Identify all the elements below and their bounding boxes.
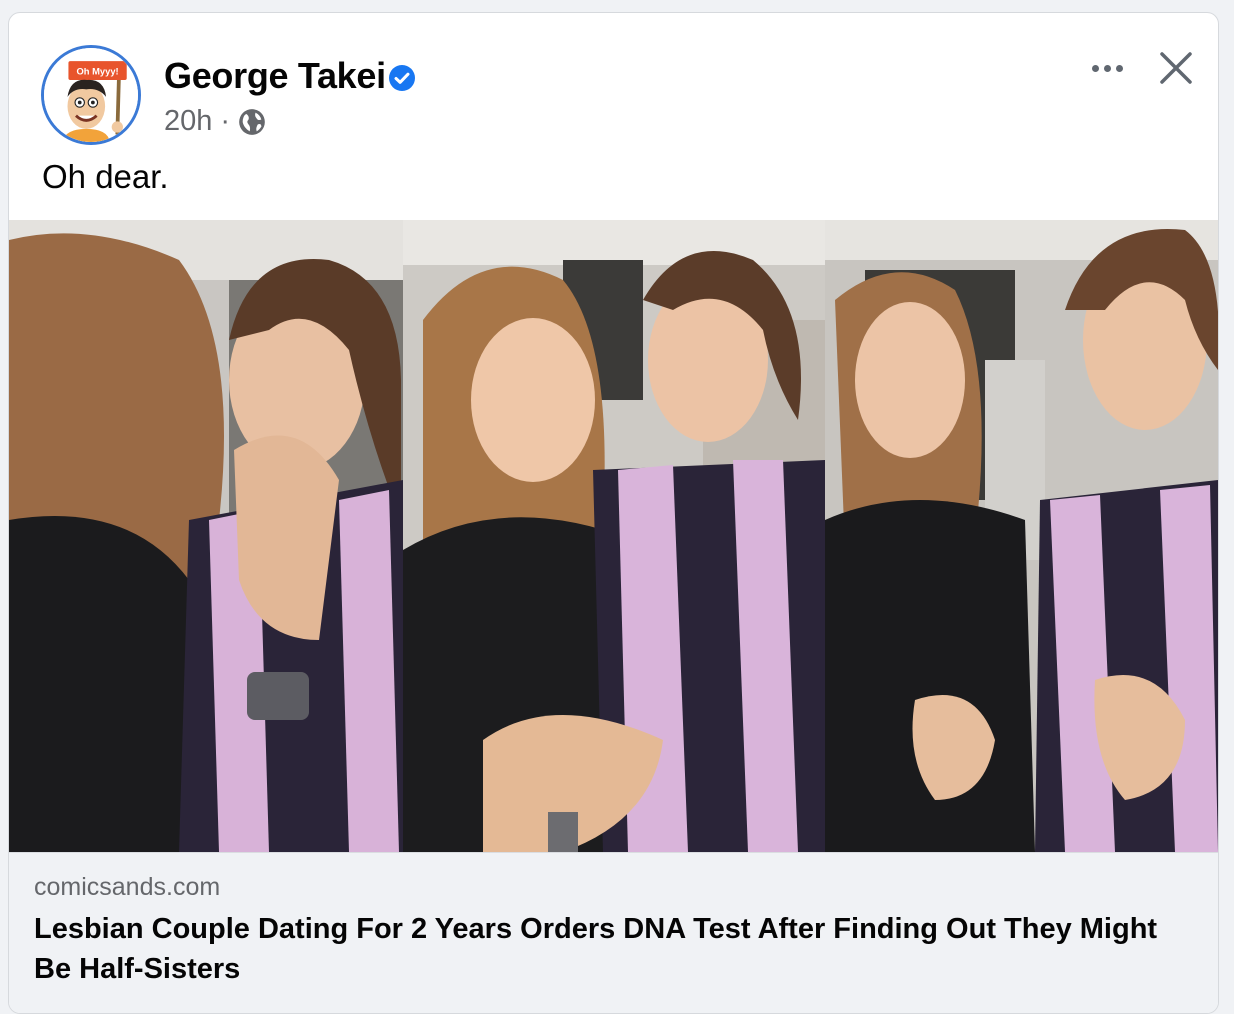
link-domain: comicsands.com <box>34 873 221 901</box>
meta-separator: · <box>220 105 231 137</box>
close-icon[interactable] <box>1159 51 1193 85</box>
photo-middle <box>403 220 825 852</box>
photo-panel-left <box>9 220 403 852</box>
post-meta: 20h · <box>164 105 266 138</box>
post-card: Oh Myyy! George Takei 20h · Oh dear. com… <box>8 12 1219 1014</box>
link-preview[interactable]: comicsands.com Lesbian Couple Dating For… <box>9 852 1218 1013</box>
avatar-sign-text: Oh Myyy! <box>76 65 118 76</box>
globe-icon[interactable] <box>238 108 266 136</box>
post-text: Oh dear. <box>42 158 169 195</box>
link-headline[interactable]: Lesbian Couple Dating For 2 Years Orders… <box>34 909 1199 989</box>
post-media-collage[interactable] <box>9 220 1218 852</box>
more-options-icon[interactable] <box>1085 57 1129 79</box>
photo-panel-middle <box>403 220 825 852</box>
photo-panel-right <box>825 220 1218 852</box>
more-dot <box>1103 64 1111 72</box>
post-timestamp[interactable]: 20h <box>164 105 212 138</box>
author-name[interactable]: George Takei <box>164 55 386 97</box>
more-dot <box>1091 64 1099 72</box>
photo-left <box>9 220 403 852</box>
photo-right <box>825 220 1218 852</box>
avatar-illustration: Oh Myyy! <box>44 48 138 142</box>
more-dot <box>1115 64 1123 72</box>
verified-badge-icon <box>389 65 415 91</box>
author-avatar[interactable]: Oh Myyy! <box>41 45 141 145</box>
